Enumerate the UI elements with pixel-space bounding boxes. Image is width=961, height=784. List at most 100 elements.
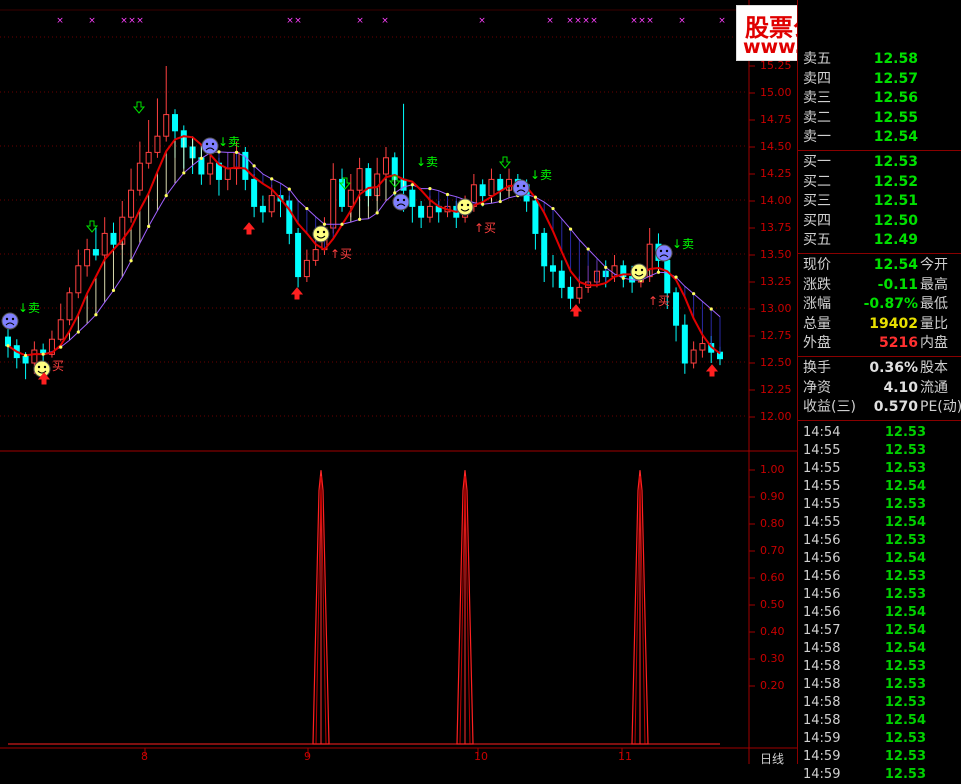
ma-dot — [393, 191, 397, 195]
sell-signal-label: ↓卖 — [416, 155, 438, 169]
tick-time: 14:56 — [803, 586, 841, 602]
buy-face-icon — [312, 225, 330, 243]
buy-face-icon — [33, 360, 51, 378]
row-value: 12.52 — [873, 173, 918, 190]
ma-dot — [199, 156, 203, 160]
quote-row[interactable]: 现价 12.54 今开 — [798, 256, 961, 275]
tick-time: 14:58 — [803, 712, 841, 728]
tick-row: 14:56 12.54 — [798, 603, 961, 622]
tick-time: 14:59 — [803, 730, 841, 746]
face-eye — [665, 249, 669, 253]
ma-dot — [41, 352, 45, 356]
period-label[interactable]: 日线 — [760, 750, 784, 767]
order-book-row[interactable]: 卖一 12.54 — [798, 128, 961, 147]
row-label: 涨幅 — [803, 296, 831, 313]
tick-time: 14:59 — [803, 748, 841, 764]
buy-signal-label: ↑买 — [330, 247, 352, 261]
candle-body — [532, 200, 539, 234]
top-marker: × — [356, 16, 364, 26]
order-book-row[interactable]: 卖二 12.55 — [798, 109, 961, 128]
top-marker: × — [136, 16, 144, 26]
order-book-row[interactable]: 买一 12.53 — [798, 153, 961, 172]
order-book-row[interactable]: 买三 12.51 — [798, 192, 961, 211]
ma-dot — [656, 270, 661, 274]
row-value: 12.54 — [873, 129, 918, 146]
candle-body — [154, 135, 161, 153]
row-value: 12.58 — [873, 51, 918, 67]
tick-price: 12.54 — [884, 604, 926, 620]
tick-price: 12.53 — [884, 532, 926, 548]
kline-chart[interactable]: × × × × × × × × × × × × × × × × × × × ×↓卖买↓卖↑买↓卖↑买↓卖↑买↓卖 — [0, 0, 797, 764]
candle-body — [347, 189, 354, 207]
candle-body — [101, 232, 108, 256]
candle-body — [479, 184, 486, 197]
order-book-row[interactable]: 买二 12.52 — [798, 173, 961, 192]
price-tick-label: 14.00 — [760, 194, 792, 207]
price-tick-label: 15.00 — [760, 86, 792, 99]
tick-price: 12.53 — [884, 424, 926, 440]
top-marker: × — [478, 16, 486, 26]
candle-body — [110, 232, 117, 245]
ma-dot — [164, 194, 168, 198]
row-label-secondary: 股本 — [920, 360, 948, 376]
order-book-row[interactable]: 卖三 12.56 — [798, 89, 961, 108]
order-book-row[interactable]: 卖五 12.58 — [798, 50, 961, 69]
face-eye — [316, 230, 320, 234]
face-eye — [11, 317, 15, 321]
candle-body — [303, 259, 310, 278]
face-eye — [634, 268, 638, 272]
buy-face-icon — [630, 263, 648, 281]
candle-body — [128, 189, 135, 218]
ma-dot — [111, 288, 116, 293]
panel-divider — [798, 356, 961, 357]
order-book-row[interactable]: 买四 12.50 — [798, 212, 961, 231]
fundamental-row[interactable]: 换手 0.36% 股本 — [798, 359, 961, 378]
top-marker: × — [590, 16, 598, 26]
row-value: 4.10 — [883, 379, 918, 396]
sell-face-icon — [201, 137, 219, 155]
row-label-secondary: 量比 — [920, 315, 948, 332]
ma-dot — [76, 330, 80, 334]
face-eye — [522, 184, 526, 188]
tick-row: 14:56 12.54 — [798, 549, 961, 568]
tick-price: 12.53 — [884, 748, 926, 764]
quote-row[interactable]: 总量 19402 量比 — [798, 315, 961, 334]
top-marker: × — [88, 16, 96, 26]
panel-divider — [798, 150, 961, 151]
candle-body — [251, 178, 258, 207]
ma-dot — [6, 344, 10, 348]
ma-dot — [551, 206, 555, 211]
tick-time: 14:56 — [803, 532, 841, 548]
quote-row[interactable]: 外盘 5216 内盘 — [798, 334, 961, 353]
ma-dot — [129, 259, 133, 263]
buy-signal-label: ↑买 — [474, 221, 496, 235]
indicator-tick-label: 0.20 — [760, 679, 785, 692]
order-book-row[interactable]: 卖四 12.57 — [798, 70, 961, 89]
row-label: 净资 — [803, 379, 831, 396]
fundamental-row[interactable]: 收益(三) 0.570 PE(动) — [798, 398, 961, 417]
tick-row: 14:54 12.53 — [798, 423, 961, 442]
tick-row: 14:58 12.53 — [798, 657, 961, 676]
row-value: 12.50 — [873, 212, 918, 229]
tick-time: 14:55 — [803, 478, 841, 494]
candle-body — [295, 232, 302, 278]
top-marker: × — [582, 16, 590, 26]
buy-arrow-icon — [290, 287, 304, 300]
top-marker: × — [630, 16, 638, 26]
face-eye — [205, 142, 209, 146]
top-marker: × — [678, 16, 686, 26]
candle-body — [382, 157, 389, 175]
tick-time: 14:59 — [803, 766, 841, 782]
quote-row[interactable]: 涨跌 -0.11 最高 — [798, 276, 961, 295]
indicator-tick-label: 0.40 — [760, 625, 785, 638]
face-eye — [466, 203, 470, 207]
tick-row: 14:56 12.53 — [798, 531, 961, 550]
tick-row: 14:57 12.54 — [798, 621, 961, 640]
candle-body — [409, 189, 416, 207]
quote-row[interactable]: 涨幅 -0.87% 最低 — [798, 295, 961, 314]
ma-dot — [217, 150, 221, 154]
indicator-tick-label: 0.90 — [760, 490, 785, 503]
candle-body — [163, 114, 170, 137]
order-book-row[interactable]: 买五 12.49 — [798, 231, 961, 250]
fundamental-row[interactable]: 净资 4.10 流通 — [798, 379, 961, 398]
